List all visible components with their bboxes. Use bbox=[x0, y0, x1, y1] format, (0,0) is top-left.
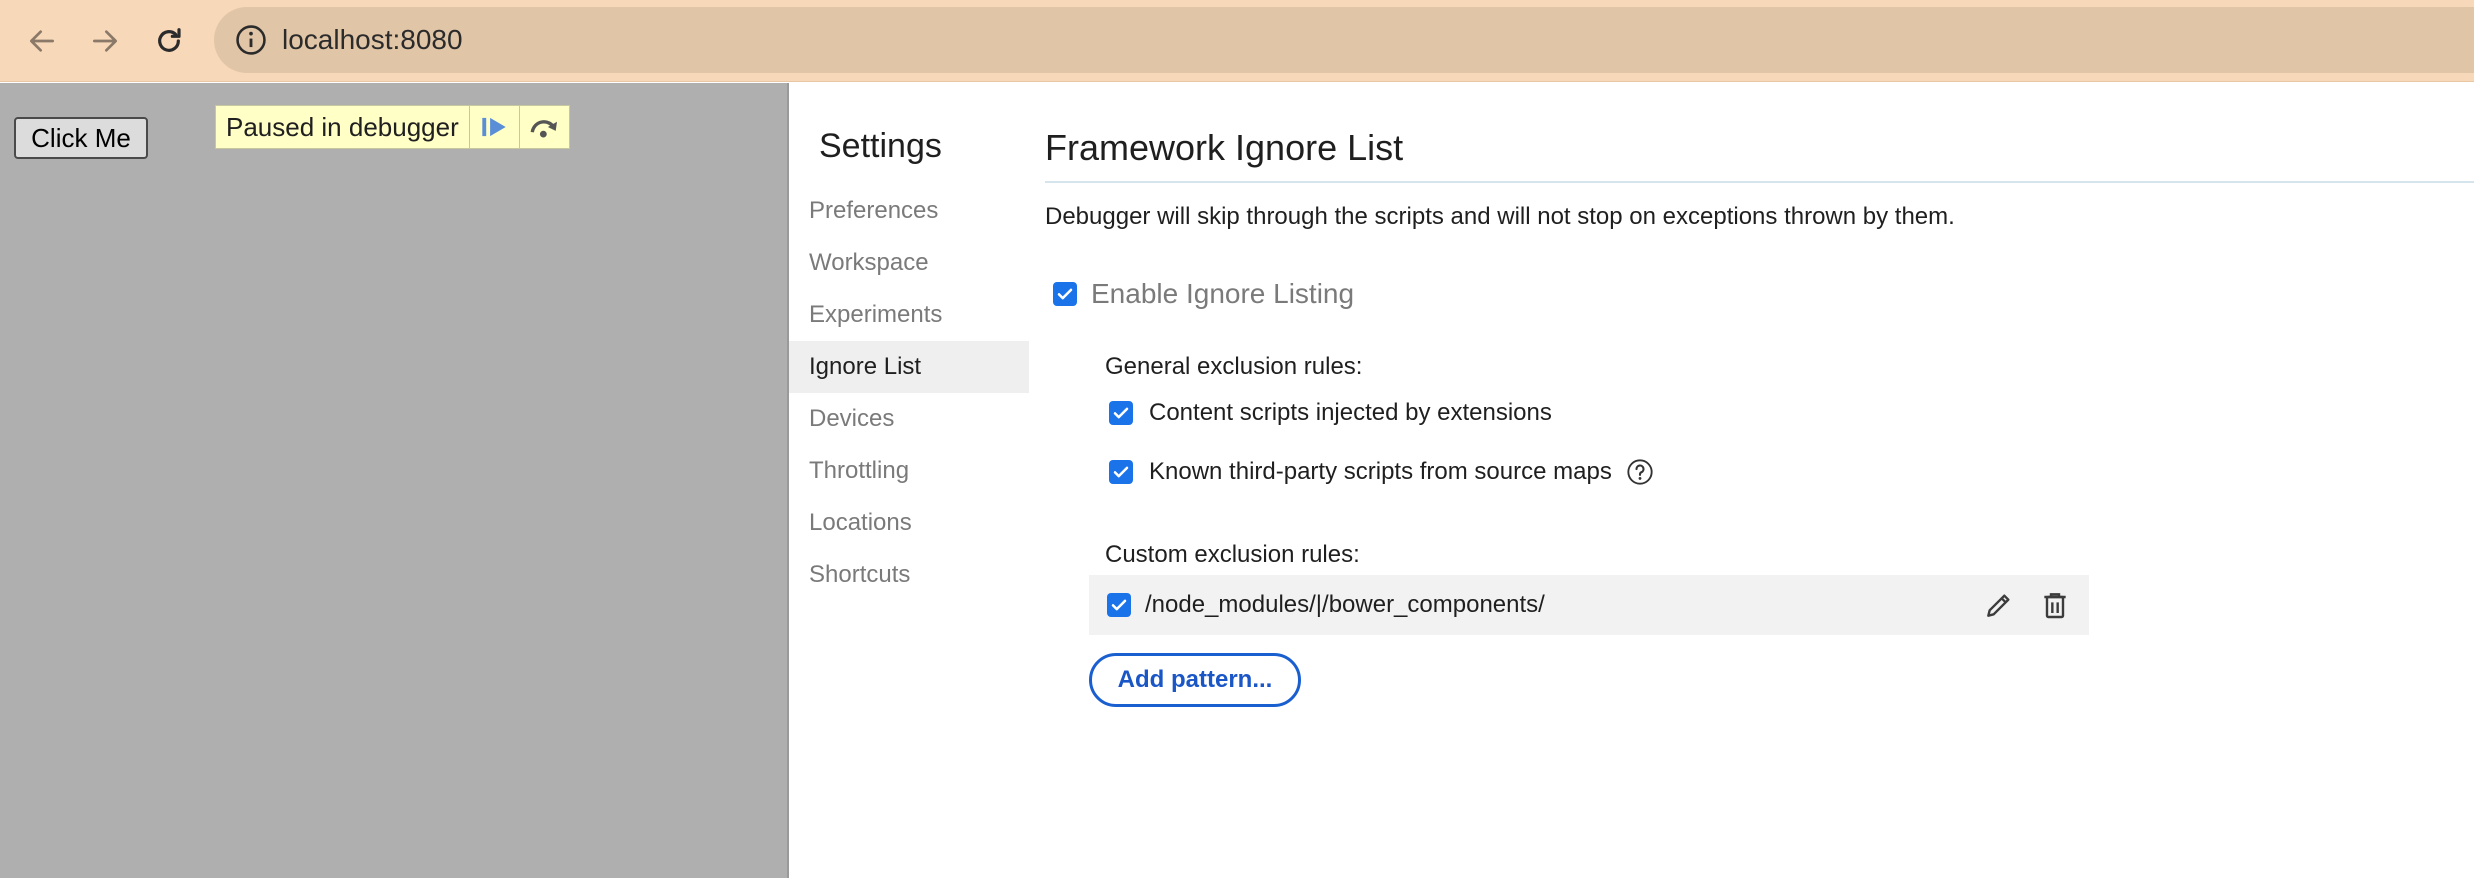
resume-icon bbox=[482, 117, 506, 137]
ignore-list-content: Framework Ignore List Debugger will skip… bbox=[1045, 83, 2474, 878]
edit-icon[interactable] bbox=[1983, 589, 2015, 621]
custom-rule-pattern: /node_modules/|/bower_components/ bbox=[1145, 591, 1545, 618]
third-party-scripts-checkbox[interactable] bbox=[1109, 460, 1133, 484]
page-title: Framework Ignore List bbox=[1045, 127, 1404, 168]
settings-title: Settings bbox=[819, 127, 942, 165]
paused-label: Paused in debugger bbox=[226, 112, 459, 142]
custom-rules-label: Custom exclusion rules: bbox=[1105, 541, 1360, 568]
enable-ignore-listing-label[interactable]: Enable Ignore Listing bbox=[1091, 278, 1354, 310]
sidebar-item-experiments[interactable]: Experiments bbox=[789, 289, 1029, 341]
custom-rule-row[interactable]: /node_modules/|/bower_components/ bbox=[1089, 575, 2089, 635]
third-party-scripts-label[interactable]: Known third-party scripts from source ma… bbox=[1149, 458, 1612, 486]
enable-ignore-listing-row[interactable]: Enable Ignore Listing bbox=[1053, 278, 1354, 310]
page-viewport: Click Me Paused in debugger bbox=[0, 83, 787, 878]
sidebar-item-throttling[interactable]: Throttling bbox=[789, 445, 1029, 497]
reload-icon bbox=[158, 28, 181, 52]
forward-button[interactable] bbox=[80, 16, 130, 66]
sidebar-item-workspace[interactable]: Workspace bbox=[789, 237, 1029, 289]
step-over-icon bbox=[530, 120, 558, 138]
info-icon[interactable] bbox=[234, 23, 268, 57]
checkmark-icon bbox=[1113, 407, 1129, 419]
url-text[interactable]: localhost:8080 bbox=[282, 23, 463, 57]
settings-sidebar: Preferences Workspace Experiments Ignore… bbox=[789, 185, 1029, 601]
paused-debugger-overlay: Paused in debugger bbox=[215, 105, 570, 149]
sidebar-item-devices[interactable]: Devices bbox=[789, 393, 1029, 445]
reload-button[interactable] bbox=[144, 16, 194, 66]
address-bar[interactable]: localhost:8080 bbox=[214, 7, 2474, 73]
sidebar-item-shortcuts[interactable]: Shortcuts bbox=[789, 549, 1029, 601]
checkmark-icon bbox=[1111, 599, 1127, 611]
content-scripts-label[interactable]: Content scripts injected by extensions bbox=[1149, 399, 1552, 427]
general-rule-content-scripts[interactable]: Content scripts injected by extensions bbox=[1109, 399, 1552, 427]
click-me-button[interactable]: Click Me bbox=[14, 117, 148, 159]
description-text: Debugger will skip through the scripts a… bbox=[1045, 203, 1955, 230]
custom-rule-checkbox[interactable] bbox=[1107, 593, 1131, 617]
sidebar-item-preferences[interactable]: Preferences bbox=[789, 185, 1029, 237]
browser-toolbar: localhost:8080 bbox=[0, 0, 2474, 82]
back-button[interactable] bbox=[17, 16, 67, 66]
sidebar-item-ignore-list[interactable]: Ignore List bbox=[789, 341, 1029, 393]
resume-button[interactable] bbox=[468, 106, 519, 148]
trash-icon[interactable] bbox=[2039, 589, 2071, 621]
checkmark-icon bbox=[1057, 288, 1073, 300]
checkmark-icon bbox=[1113, 466, 1129, 478]
content-scripts-checkbox[interactable] bbox=[1109, 401, 1133, 425]
step-over-button[interactable] bbox=[518, 106, 569, 148]
title-divider bbox=[1045, 181, 2474, 183]
add-pattern-button[interactable]: Add pattern... bbox=[1089, 653, 1301, 707]
devtools-panel: Settings Preferences Workspace Experimen… bbox=[787, 83, 2474, 878]
general-rule-third-party[interactable]: Known third-party scripts from source ma… bbox=[1109, 458, 1654, 486]
general-rules-label: General exclusion rules: bbox=[1105, 353, 1363, 380]
arrow-left-icon bbox=[30, 30, 54, 52]
enable-ignore-listing-checkbox[interactable] bbox=[1053, 282, 1077, 306]
help-icon[interactable] bbox=[1626, 458, 1654, 486]
sidebar-item-locations[interactable]: Locations bbox=[789, 497, 1029, 549]
arrow-right-icon bbox=[93, 30, 117, 52]
